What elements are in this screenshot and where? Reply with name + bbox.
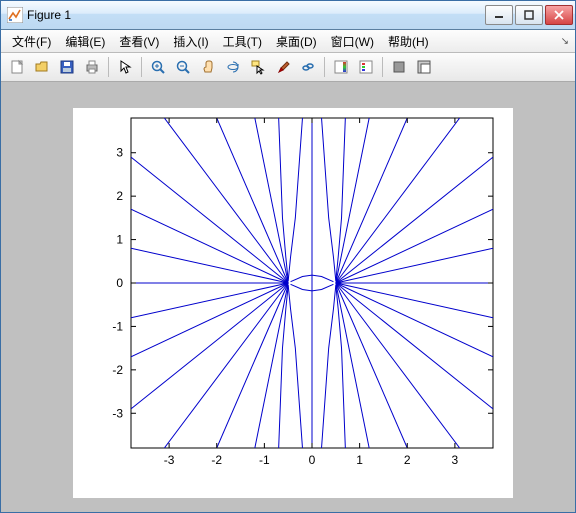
insert-colorbar-button[interactable] [329,55,353,79]
svg-text:1: 1 [356,453,363,467]
minimize-button[interactable] [485,5,513,25]
menu-edit[interactable]: 编辑(E) [58,31,112,52]
menu-tools[interactable]: 工具(T) [216,31,269,52]
hide-tools-button[interactable] [387,55,411,79]
zoom-out-button[interactable] [171,55,195,79]
svg-text:3: 3 [452,453,459,467]
menu-view[interactable]: 查看(V) [112,31,166,52]
titlebar[interactable]: Figure 1 [1,1,575,30]
print-button[interactable] [80,55,104,79]
insert-legend-button[interactable] [354,55,378,79]
svg-text:-3: -3 [112,406,123,420]
svg-text:-1: -1 [259,453,270,467]
menu-window[interactable]: 窗口(W) [324,31,381,52]
figure-canvas[interactable]: -3 -2 -1 0 1 2 3 -3 -2 -1 0 1 2 3 [1,82,575,512]
svg-text:1: 1 [116,233,123,247]
save-button[interactable] [55,55,79,79]
maximize-button[interactable] [515,5,543,25]
close-button[interactable] [545,5,573,25]
open-file-button[interactable] [30,55,54,79]
menubar: 文件(F) 编辑(E) 查看(V) 插入(I) 工具(T) 桌面(D) 窗口(W… [1,30,575,53]
edit-plot-button[interactable] [113,55,137,79]
axes-panel: -3 -2 -1 0 1 2 3 -3 -2 -1 0 1 2 3 [73,108,513,498]
svg-text:2: 2 [116,189,123,203]
svg-text:3: 3 [116,146,123,160]
brush-button[interactable] [271,55,295,79]
matlab-icon [7,7,23,23]
new-figure-button[interactable] [5,55,29,79]
menu-desktop[interactable]: 桌面(D) [269,31,324,52]
data-cursor-button[interactable] [246,55,270,79]
menu-insert[interactable]: 插入(I) [166,31,215,52]
dock-figure-button[interactable] [412,55,436,79]
menu-help[interactable]: 帮助(H) [381,31,436,52]
figure-window: Figure 1 文件(F) 编辑(E) 查看(V) 插入(I) 工具(T) 桌… [0,0,576,513]
toolbar [1,53,575,82]
pan-button[interactable] [196,55,220,79]
svg-text:-2: -2 [112,363,123,377]
axes[interactable]: -3 -2 -1 0 1 2 3 -3 -2 -1 0 1 2 3 [73,108,513,498]
svg-text:-1: -1 [112,319,123,333]
zoom-in-button[interactable] [146,55,170,79]
svg-text:-2: -2 [211,453,222,467]
window-title: Figure 1 [27,8,485,22]
svg-text:2: 2 [404,453,411,467]
svg-text:-3: -3 [164,453,175,467]
svg-text:0: 0 [116,276,123,290]
menu-file[interactable]: 文件(F) [5,31,58,52]
rotate-3d-button[interactable] [221,55,245,79]
svg-text:0: 0 [309,453,316,467]
link-plot-button[interactable] [296,55,320,79]
menu-overflow-icon[interactable]: ↘ [561,36,569,47]
